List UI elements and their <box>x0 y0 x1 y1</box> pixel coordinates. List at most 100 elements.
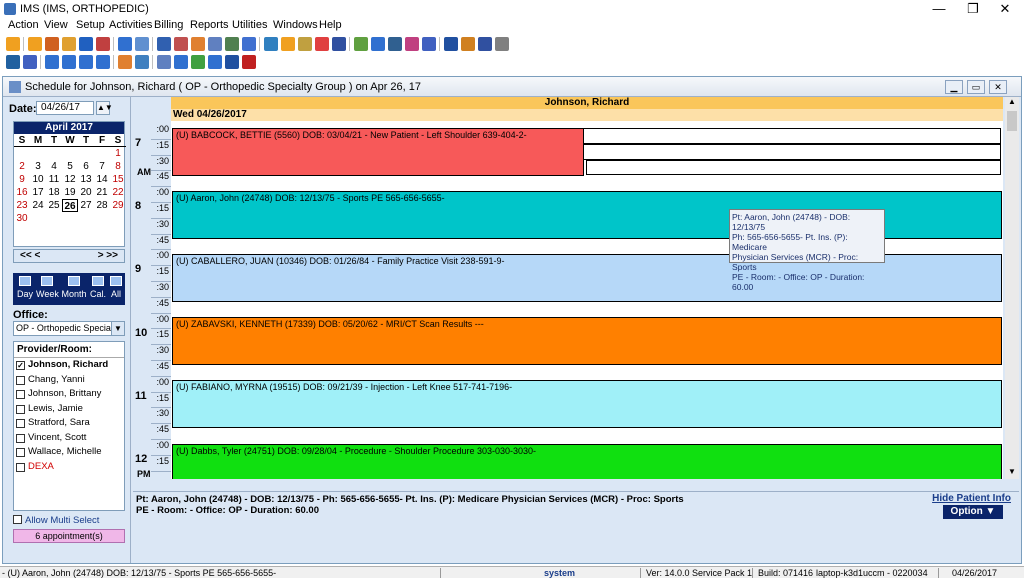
toolbar-button-icon[interactable] <box>62 37 76 51</box>
minimize-button[interactable]: — <box>922 0 956 18</box>
calendar-day[interactable]: 29 <box>110 199 126 212</box>
calendar-day[interactable]: 9 <box>14 173 30 186</box>
calendar-day[interactable]: 14 <box>94 173 110 186</box>
toolbar-button-icon[interactable] <box>405 37 419 51</box>
empty-time-slot[interactable] <box>583 128 1001 144</box>
toolbar-button-icon[interactable] <box>157 55 171 69</box>
mdi-close-button[interactable]: ✕ <box>989 80 1007 94</box>
toolbar-button-icon[interactable] <box>422 37 436 51</box>
toolbar-button-icon[interactable] <box>45 37 59 51</box>
appointment-block[interactable]: (U) ZABAVSKI, KENNETH (17339) DOB: 05/20… <box>172 317 1002 365</box>
calendar-day[interactable]: 28 <box>94 199 110 212</box>
toolbar-button-icon[interactable] <box>6 55 20 69</box>
calendar-day[interactable]: 7 <box>94 160 110 173</box>
toolbar-button-icon[interactable] <box>79 37 93 51</box>
scroll-down-icon[interactable]: ▼ <box>1005 467 1019 479</box>
schedule-scrollbar[interactable]: ▲ ▼ <box>1005 97 1019 479</box>
provider-item[interactable]: ✓ Johnson, Richard <box>14 358 124 373</box>
toolbar-button-icon[interactable] <box>118 55 132 69</box>
calendar-day[interactable]: 3 <box>30 160 46 173</box>
calendar-day[interactable]: 24 <box>30 199 46 212</box>
provider-checkbox[interactable] <box>16 375 25 385</box>
view-all-button[interactable]: All <box>107 275 125 303</box>
calendar-day[interactable]: 20 <box>78 186 94 199</box>
toolbar-button-icon[interactable] <box>174 55 188 69</box>
toolbar-button-icon[interactable] <box>157 37 171 51</box>
provider-item[interactable]: Stratford, Sara <box>14 416 124 431</box>
toolbar-button-icon[interactable] <box>6 37 20 51</box>
toolbar-button-icon[interactable] <box>315 37 329 51</box>
calendar-day[interactable]: 12 <box>62 173 78 186</box>
calendar-day[interactable]: 27 <box>78 199 94 212</box>
calendar-day[interactable]: 13 <box>78 173 94 186</box>
menu-activities[interactable]: Activities <box>109 19 152 31</box>
provider-item[interactable]: Chang, Yanni <box>14 373 124 388</box>
view-day-button[interactable]: Day <box>14 275 36 303</box>
toolbar-button-icon[interactable] <box>281 37 295 51</box>
toolbar-button-icon[interactable] <box>96 55 110 69</box>
menu-help[interactable]: Help <box>319 19 342 31</box>
menu-action[interactable]: Action <box>8 19 39 31</box>
toolbar-button-icon[interactable] <box>28 37 42 51</box>
calendar-day[interactable]: 10 <box>30 173 46 186</box>
allow-multi-checkbox[interactable] <box>13 515 22 524</box>
toolbar-button-icon[interactable] <box>174 37 188 51</box>
close-button[interactable]: ✕ <box>988 0 1022 18</box>
provider-checkbox[interactable]: ✓ <box>16 361 25 370</box>
toolbar-button-icon[interactable] <box>444 37 458 51</box>
toolbar-button-icon[interactable] <box>45 55 59 69</box>
toolbar-button-icon[interactable] <box>495 37 509 51</box>
calendar-prev-button[interactable]: << < <box>20 250 40 261</box>
toolbar-button-icon[interactable] <box>264 37 278 51</box>
scroll-up-icon[interactable]: ▲ <box>1005 97 1019 109</box>
calendar-day[interactable]: 4 <box>46 160 62 173</box>
mdi-minimize-button[interactable]: ▁ <box>945 80 963 94</box>
appointment-block[interactable]: (U) Dabbs, Tyler (24751) DOB: 09/28/04 -… <box>172 443 1002 479</box>
toolbar-button-icon[interactable] <box>388 37 402 51</box>
toolbar-button-icon[interactable] <box>478 37 492 51</box>
calendar-day[interactable]: 6 <box>78 160 94 173</box>
toolbar-button-icon[interactable] <box>242 55 256 69</box>
toolbar-button-icon[interactable] <box>79 55 93 69</box>
scroll-thumb[interactable] <box>1007 111 1017 131</box>
toolbar-button-icon[interactable] <box>298 37 312 51</box>
provider-item[interactable]: DEXA <box>14 460 124 475</box>
menu-billing[interactable]: Billing <box>154 19 183 31</box>
calendar-day[interactable]: 19 <box>62 186 78 199</box>
provider-checkbox[interactable] <box>16 462 25 472</box>
toolbar-button-icon[interactable] <box>23 55 37 69</box>
toolbar-button-icon[interactable] <box>225 37 239 51</box>
calendar-day[interactable]: 2 <box>14 160 30 173</box>
calendar-day[interactable]: 18 <box>46 186 62 199</box>
toolbar-button-icon[interactable] <box>461 37 475 51</box>
office-dropdown[interactable]: OP - Orthopedic Specialty ▼ <box>13 321 125 336</box>
calendar-day[interactable]: 21 <box>94 186 110 199</box>
calendar-day[interactable]: 17 <box>30 186 46 199</box>
provider-item[interactable]: Johnson, Brittany <box>14 387 124 402</box>
mdi-restore-button[interactable]: ▭ <box>967 80 985 94</box>
provider-checkbox[interactable] <box>16 448 25 457</box>
toolbar-button-icon[interactable] <box>371 37 385 51</box>
toolbar-button-icon[interactable] <box>208 37 222 51</box>
empty-time-slot[interactable] <box>586 160 1001 175</box>
menu-utilities[interactable]: Utilities <box>232 19 267 31</box>
provider-item[interactable]: Vincent, Scott <box>14 431 124 446</box>
calendar-day[interactable]: 30 <box>14 212 30 225</box>
toolbar-button-icon[interactable] <box>135 37 149 51</box>
toolbar-button-icon[interactable] <box>332 37 346 51</box>
calendar-day[interactable]: 8 <box>110 160 126 173</box>
toolbar-button-icon[interactable] <box>62 55 76 69</box>
menu-reports[interactable]: Reports <box>190 19 229 31</box>
view-week-button[interactable]: Week <box>36 275 59 303</box>
allow-multi-select[interactable]: Allow Multi Select <box>13 515 99 526</box>
view-cal-button[interactable]: Cal. <box>87 275 109 303</box>
option-button[interactable]: Option ▼ <box>943 505 1003 519</box>
calendar-day[interactable]: 25 <box>46 199 62 212</box>
provider-checkbox[interactable] <box>16 433 25 443</box>
toolbar-button-icon[interactable] <box>118 37 132 51</box>
toolbar-button-icon[interactable] <box>96 37 110 51</box>
empty-time-slot[interactable] <box>583 144 1001 160</box>
calendar-day[interactable]: 26 <box>62 199 78 212</box>
calendar-day[interactable]: 22 <box>110 186 126 199</box>
appointment-block[interactable]: (U) FABIANO, MYRNA (19515) DOB: 09/21/39… <box>172 380 1002 428</box>
